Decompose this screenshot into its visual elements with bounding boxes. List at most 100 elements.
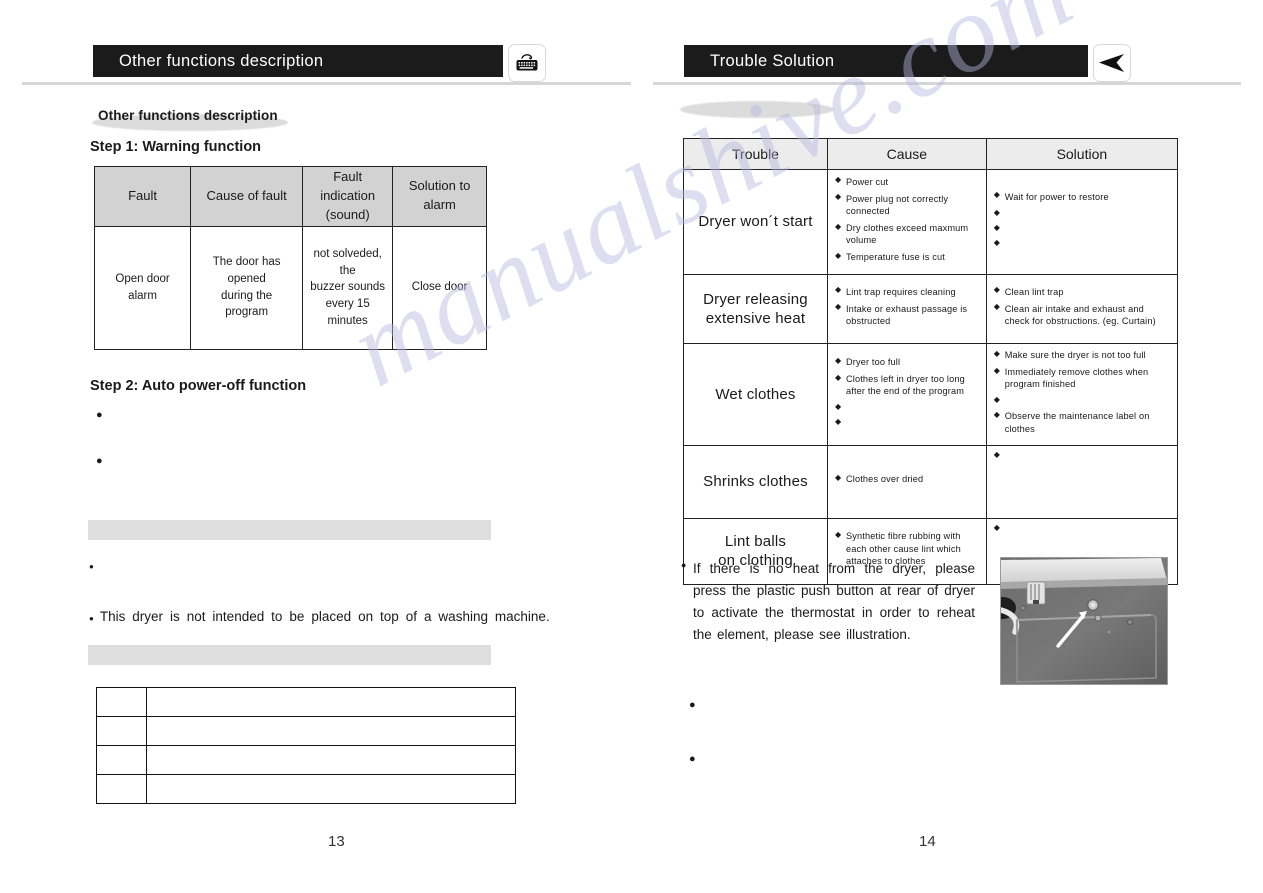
- list-item: Power plug not correctly connected: [835, 192, 979, 217]
- page-left: Other functions description Other functi…: [0, 0, 631, 893]
- table-row: Open door alarm The door has opened duri…: [93, 225, 487, 350]
- right-header-rule: [653, 82, 1241, 85]
- step1-title: Step 1: Warning function: [90, 139, 262, 155]
- step2-bullet-2: [96, 450, 486, 470]
- bullet-dot-icon: [689, 694, 696, 714]
- list-item: [994, 395, 1170, 406]
- th-fault-indication: Fault indication (sound): [302, 166, 394, 227]
- th-fault-indication-l1: Fault indication: [320, 169, 376, 203]
- list-item: Lint trap requires cleaning: [835, 285, 979, 298]
- td-indication: not solveded, the buzzer sounds every 15…: [302, 225, 394, 350]
- td-trouble-name: Wet clothes: [683, 343, 828, 446]
- list-item: [835, 417, 979, 428]
- cause-list: Lint trap requires cleaning Intake or ex…: [835, 285, 979, 327]
- th-trouble: Trouble: [683, 138, 828, 170]
- th-solution-l1: Solution to: [408, 178, 471, 194]
- td-solution-list: Make sure the dryer is not too full Imme…: [985, 343, 1179, 446]
- list-item: Clean lint trap: [994, 285, 1170, 298]
- td-fault: Open door alarm: [93, 225, 192, 350]
- table-row: [95, 774, 516, 804]
- left-page-title: Other functions description: [119, 51, 324, 70]
- cause-list: Power cut Power plug not correctly conne…: [835, 175, 979, 264]
- page-right: Trouble Solution Trouble Cause Solution …: [631, 0, 1263, 893]
- list-item: Make sure the dryer is not too full: [994, 348, 1170, 361]
- blank-cell-value: [146, 774, 516, 804]
- bullet-dot-icon: [89, 555, 94, 575]
- th-solution: Solution: [985, 138, 1179, 170]
- table-header-row: Fault Cause of fault Fault indication (s…: [93, 166, 487, 227]
- list-item: [994, 238, 1170, 249]
- th-cause: Cause: [826, 138, 987, 170]
- list-item: [835, 402, 979, 413]
- list-item: Observe the maintenance label on clothes: [994, 410, 1170, 434]
- warning-function-table: Fault Cause of fault Fault indication (s…: [93, 166, 487, 350]
- list-item: Clean air intake and exhaust and check f…: [994, 302, 1170, 327]
- list-item: Immediately remove clothes when program …: [994, 366, 1170, 390]
- notice-bullet-2-text: This dryer is not intended to be placed …: [99, 609, 550, 624]
- table-row: [95, 745, 516, 775]
- table-row: [95, 716, 516, 746]
- bullet-dot-icon: [96, 404, 103, 424]
- list-item: [994, 223, 1170, 234]
- td-cause-list: Clothes over dried: [826, 444, 987, 519]
- td-trouble-name: Dryer releasing extensive heat: [683, 274, 828, 344]
- blank-cell-value: [146, 745, 516, 775]
- right-page-title: Trouble Solution: [710, 51, 835, 70]
- th-solution-l2: alarm: [423, 197, 456, 213]
- solution-list: Clean lint trap Clean air intake and exh…: [994, 285, 1170, 327]
- thermostat-note: ● If there is no heat from the dryer, pl…: [681, 558, 975, 645]
- blank-cell-label: [95, 716, 148, 746]
- td-trouble-name: Shrinks clothes: [683, 444, 828, 519]
- td-solution-list: Wait for power to restore: [985, 169, 1179, 275]
- step2-title: Step 2: Auto power-off function: [90, 378, 307, 394]
- extra-bullet-2: [689, 748, 1049, 768]
- bullet-dot-icon: ●: [681, 560, 687, 570]
- trouble-solution-table: Trouble Cause Solution Dryer won´t start…: [683, 138, 1179, 585]
- table-header-row: Trouble Cause Solution: [683, 138, 1179, 170]
- page-number-right: 14: [919, 833, 936, 850]
- list-item: Temperature fuse is cut: [835, 251, 979, 263]
- td-cause: The door has opened during the program: [190, 225, 304, 350]
- notice-bullet-1: [89, 555, 489, 575]
- list-item: [994, 523, 1170, 534]
- th-solution-to-alarm: Solution to alarm: [392, 166, 487, 227]
- td-cause-list: Lint trap requires cleaning Intake or ex…: [826, 274, 987, 344]
- solution-list: Make sure the dryer is not too full Imme…: [994, 348, 1170, 435]
- notice-bar-1: [88, 520, 491, 540]
- table-row: Dryer releasing extensive heat Lint trap…: [683, 274, 1179, 344]
- th-fault: Fault: [93, 166, 192, 227]
- table-row: Dryer won´t start Power cut Power plug n…: [683, 169, 1179, 275]
- extra-bullet-1: [689, 694, 1049, 714]
- bullet-dot-icon: [96, 450, 103, 470]
- list-item: Intake or exhaust passage is obstructed: [835, 302, 979, 327]
- td-solution: Close door: [392, 225, 487, 350]
- td-trouble-name: Dryer won´t start: [683, 169, 828, 275]
- bullet-dot-icon: [89, 607, 94, 627]
- page-number-left: 13: [328, 833, 345, 850]
- table-row: Shrinks clothes Clothes over dried: [683, 444, 1179, 519]
- table-row: [95, 687, 516, 717]
- cause-list: Clothes over dried: [835, 473, 979, 485]
- table-row: Wet clothes Dryer too full Clothes left …: [683, 343, 1179, 446]
- td-solution-list: [985, 444, 1179, 519]
- left-page-title-bar: Other functions description: [93, 45, 503, 77]
- solution-list: [994, 450, 1170, 461]
- list-item: [994, 208, 1170, 219]
- notice-bar-2: [88, 645, 491, 665]
- blank-cell-label: [95, 774, 148, 804]
- step2-bullet-1: [96, 404, 486, 424]
- blank-cell-value: [146, 716, 516, 746]
- notice-bullet-2: This dryer is not intended to be placed …: [89, 607, 589, 627]
- list-item: Clothes left in dryer too long after the…: [835, 373, 979, 397]
- th-fault-indication-l2: (sound): [325, 206, 370, 222]
- th-cause-of-fault: Cause of fault: [190, 166, 304, 227]
- list-item: Power cut: [835, 175, 979, 188]
- left-header-rule: [22, 82, 631, 85]
- solution-list: [994, 523, 1170, 534]
- thermostat-note-text: If there is no heat from the dryer, plea…: [693, 561, 975, 642]
- blank-cell-label: [95, 687, 148, 717]
- dryer-rear-panel-photo: [1000, 557, 1168, 685]
- control-panel-keyboard-icon: [508, 44, 546, 82]
- td-cause-list: Power cut Power plug not correctly conne…: [826, 169, 987, 275]
- blank-cell-label: [95, 745, 148, 775]
